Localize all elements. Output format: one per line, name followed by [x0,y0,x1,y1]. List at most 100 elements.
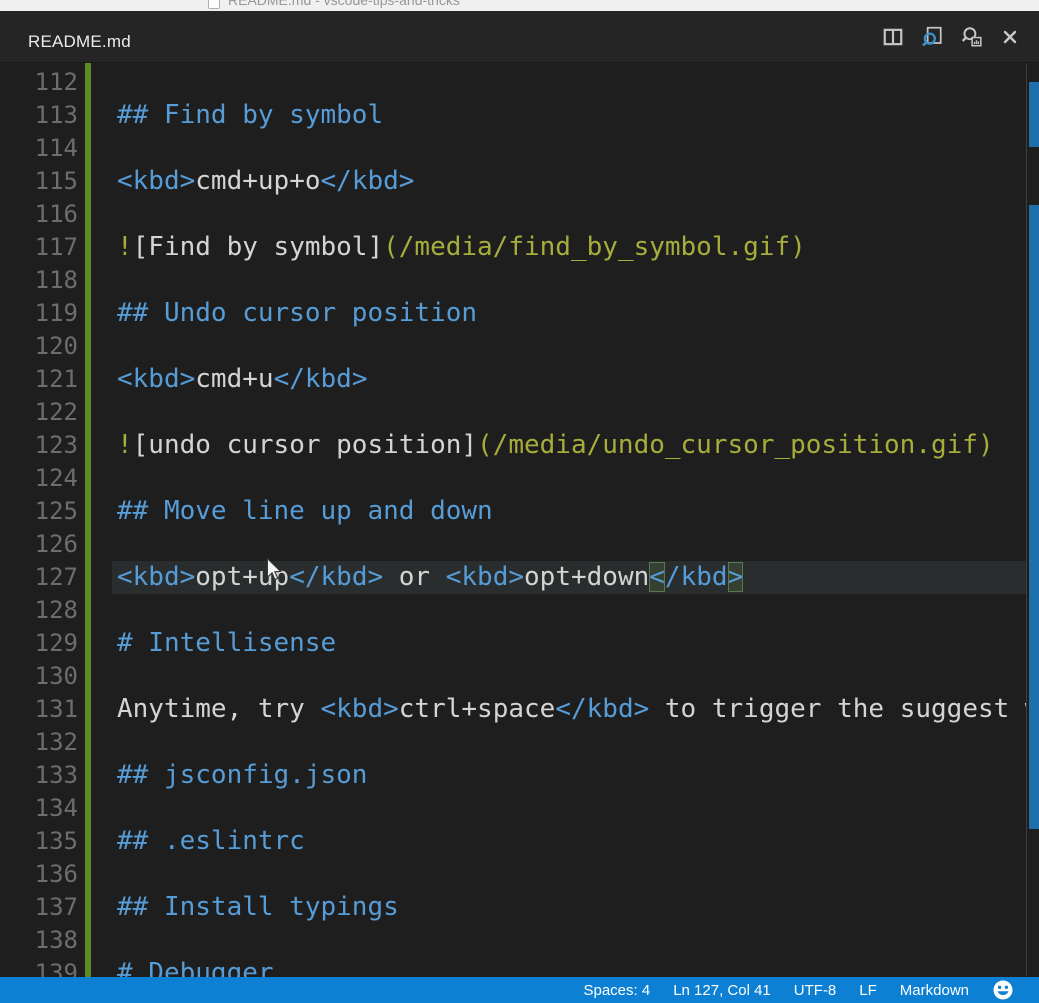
status-cursor-position[interactable]: Ln 127, Col 41 [673,982,771,999]
code-text[interactable] [112,594,1026,627]
line-number[interactable]: 128 [0,594,78,627]
code-line-138[interactable]: 138 [0,924,1026,957]
line-number[interactable]: 126 [0,528,78,561]
code-text[interactable] [112,264,1026,297]
code-line-117[interactable]: 117 ![Find by symbol](/media/find_by_symb… [0,231,1026,264]
line-number[interactable]: 125 [0,495,78,528]
code-text[interactable]: <kbd>cmd+u</kbd> [112,363,1026,396]
code-line-126[interactable]: 126 [0,528,1026,561]
code-text[interactable] [112,792,1026,825]
line-number[interactable]: 120 [0,330,78,363]
code-lines: 112113 ## Find by symbol 114115 <kbd>cmd+up… [0,66,1026,977]
code-text[interactable]: # Debugger [112,957,1026,977]
code-line-114[interactable]: 114 [0,132,1026,165]
tab-readme[interactable]: README.md [28,32,131,52]
code-line-133[interactable]: 133 ## jsconfig.json [0,759,1026,792]
code-text[interactable] [112,924,1026,957]
code-text[interactable] [112,66,1026,99]
line-number[interactable]: 114 [0,132,78,165]
code-line-112[interactable]: 112 [0,66,1026,99]
code-text[interactable]: ![undo cursor position](/media/undo_curs… [112,429,1026,462]
code-line-129[interactable]: 129 # Intellisense [0,627,1026,660]
status-language-mode[interactable]: Markdown [900,982,969,999]
open-preview-button[interactable] [919,24,945,50]
code-line-132[interactable]: 132 [0,726,1026,759]
code-line-130[interactable]: 130 [0,660,1026,693]
code-text[interactable] [112,660,1026,693]
line-number[interactable]: 134 [0,792,78,825]
split-editor-button[interactable] [880,24,906,50]
code-line-123[interactable]: 123 ![undo cursor position](/media/undo_c… [0,429,1026,462]
code-line-137[interactable]: 137 ## Install typings [0,891,1026,924]
code-line-134[interactable]: 134 [0,792,1026,825]
line-number[interactable]: 123 [0,429,78,462]
code-line-118[interactable]: 118 [0,264,1026,297]
line-number[interactable]: 129 [0,627,78,660]
code-text[interactable] [112,198,1026,231]
line-number[interactable]: 122 [0,396,78,429]
code-text[interactable] [112,462,1026,495]
code-line-120[interactable]: 120 [0,330,1026,363]
code-editor[interactable]: 112113 ## Find by symbol 114115 <kbd>cmd+up… [0,63,1039,977]
code-text[interactable]: ## jsconfig.json [112,759,1026,792]
code-text[interactable]: ## Find by symbol [112,99,1026,132]
feedback-smiley-button[interactable] [992,979,1014,1001]
close-editor-button[interactable] [997,24,1023,50]
ruler-decoration [1029,82,1039,147]
line-number[interactable]: 135 [0,825,78,858]
line-number[interactable]: 124 [0,462,78,495]
line-number[interactable]: 118 [0,264,78,297]
code-line-139[interactable]: 139 # Debugger [0,957,1026,977]
code-text[interactable]: Anytime, try <kbd>ctrl+space</kbd> to tr… [112,693,1026,726]
code-text[interactable]: <kbd>opt+up</kbd> or <kbd>opt+down</kbd> [112,561,1026,594]
code-line-125[interactable]: 125 ## Move line up and down [0,495,1026,528]
line-number[interactable]: 131 [0,693,78,726]
code-text[interactable]: ## .eslintrc [112,825,1026,858]
code-text[interactable]: ## Undo cursor position [112,297,1026,330]
line-number[interactable]: 113 [0,99,78,132]
status-indentation[interactable]: Spaces: 4 [583,982,650,999]
code-line-128[interactable]: 128 [0,594,1026,627]
line-number[interactable]: 117 [0,231,78,264]
line-number[interactable]: 127 [0,561,78,594]
code-text[interactable] [112,528,1026,561]
line-number[interactable]: 137 [0,891,78,924]
code-line-121[interactable]: 121 <kbd>cmd+u</kbd> [0,363,1026,396]
code-line-113[interactable]: 113 ## Find by symbol [0,99,1026,132]
code-text[interactable] [112,858,1026,891]
code-line-135[interactable]: 135 ## .eslintrc [0,825,1026,858]
code-line-131[interactable]: 131 Anytime, try <kbd>ctrl+space</kbd> to… [0,693,1026,726]
code-text[interactable]: <kbd>cmd+up+o</kbd> [112,165,1026,198]
code-text[interactable] [112,726,1026,759]
line-number[interactable]: 138 [0,924,78,957]
line-number[interactable]: 139 [0,957,78,977]
line-number[interactable]: 119 [0,297,78,330]
status-eol[interactable]: LF [859,982,877,999]
code-line-124[interactable]: 124 [0,462,1026,495]
code-text[interactable] [112,132,1026,165]
overview-ruler-scrollbar[interactable] [1026,63,1039,977]
line-number[interactable]: 112 [0,66,78,99]
line-number[interactable]: 132 [0,726,78,759]
code-line-119[interactable]: 119 ## Undo cursor position [0,297,1026,330]
line-number[interactable]: 133 [0,759,78,792]
line-number[interactable]: 115 [0,165,78,198]
line-number[interactable]: 130 [0,660,78,693]
code-text[interactable] [112,330,1026,363]
line-number[interactable]: 116 [0,198,78,231]
status-encoding[interactable]: UTF-8 [794,982,837,999]
line-number[interactable]: 136 [0,858,78,891]
code-text[interactable]: ![Find by symbol](/media/find_by_symbol.… [112,231,1026,264]
code-line-122[interactable]: 122 [0,396,1026,429]
code-line-115[interactable]: 115 <kbd>cmd+up+o</kbd> [0,165,1026,198]
code-line-127[interactable]: 127 <kbd>opt+up</kbd> or <kbd>opt+down</k… [0,561,1026,594]
line-number[interactable]: 121 [0,363,78,396]
open-preview-side-button[interactable] [958,24,984,50]
code-line-136[interactable]: 136 [0,858,1026,891]
code-line-116[interactable]: 116 [0,198,1026,231]
code-text[interactable]: ## Move line up and down [112,495,1026,528]
vscode-window: { "window": { "title": "README.md - vsco… [0,0,1039,1003]
code-text[interactable]: # Intellisense [112,627,1026,660]
code-text[interactable]: ## Install typings [112,891,1026,924]
code-text[interactable] [112,396,1026,429]
